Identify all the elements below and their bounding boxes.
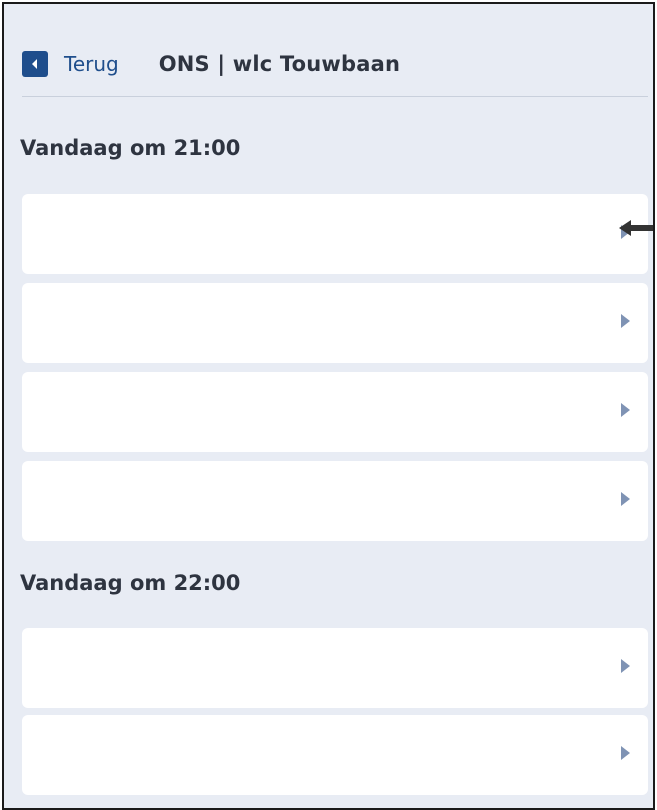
chevron-right-icon (621, 314, 630, 328)
section-heading-2100: Vandaag om 21:00 (20, 136, 241, 160)
list-item[interactable] (22, 461, 648, 541)
list-item[interactable] (22, 372, 648, 452)
header-divider (22, 96, 648, 97)
page-title: ONS | wlc Touwbaan (158, 52, 401, 76)
arrow-left-icon (619, 220, 653, 236)
back-button[interactable] (22, 51, 48, 77)
screen-frame: Terug ONS | wlc Touwbaan Vandaag om 21:0… (2, 2, 655, 810)
back-link[interactable]: Terug (64, 52, 119, 76)
list-item[interactable] (22, 715, 648, 795)
chevron-right-icon (621, 659, 630, 673)
chevron-right-icon (621, 492, 630, 506)
list-item[interactable] (22, 628, 648, 708)
chevron-right-icon (621, 746, 630, 760)
section-heading-2200: Vandaag om 22:00 (20, 571, 241, 595)
list-item[interactable] (22, 283, 648, 363)
header: Terug ONS | wlc Touwbaan (22, 42, 400, 86)
list-item[interactable] (22, 194, 648, 274)
chevron-right-icon (621, 403, 630, 417)
chevron-left-icon (32, 59, 37, 69)
